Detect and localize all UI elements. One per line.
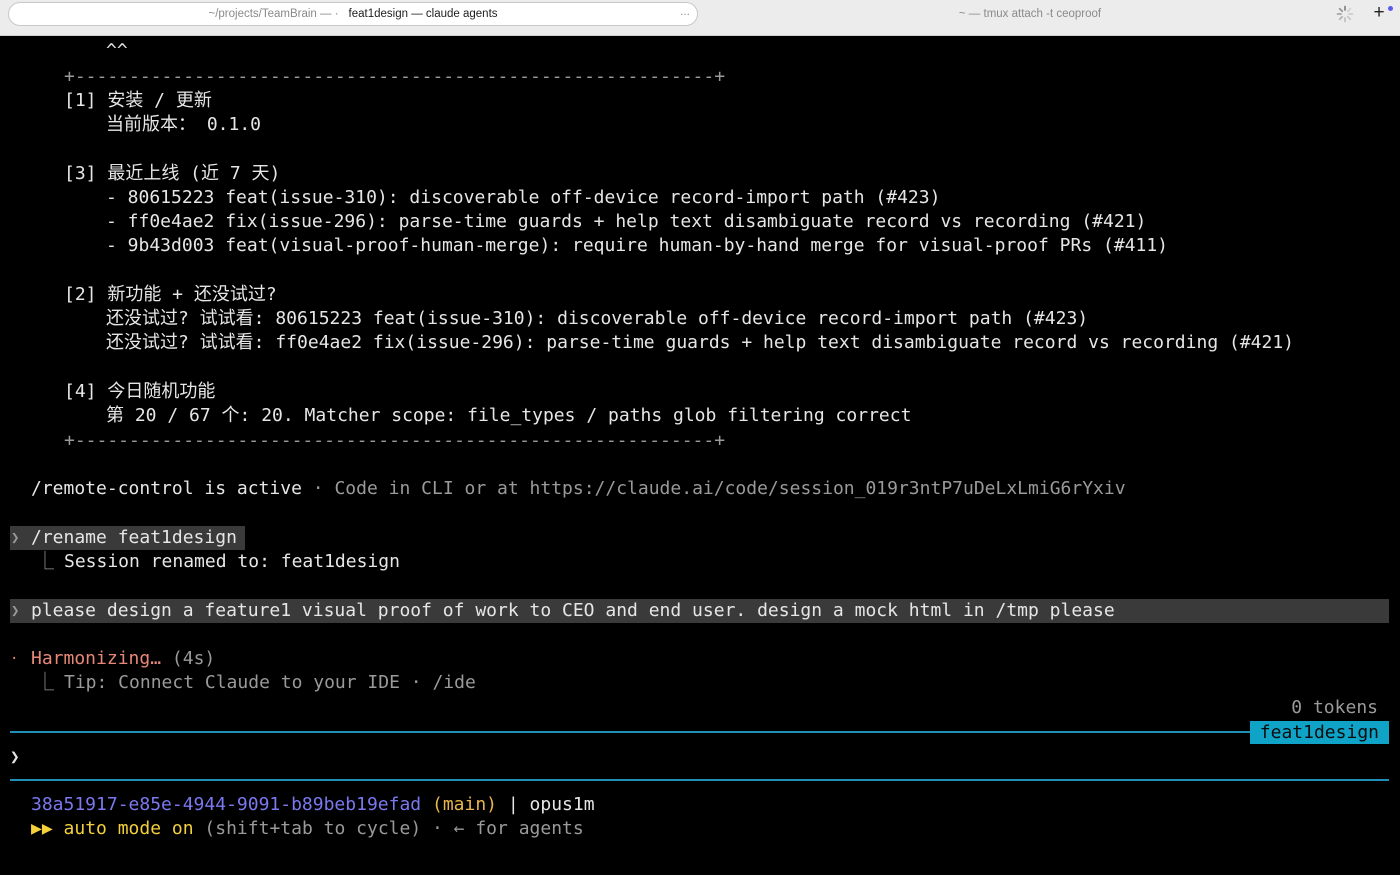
prompt-input[interactable] [31,745,1371,769]
notification-dot-icon [1388,6,1393,11]
section-install-header: [1] 安装 / 更新 [64,90,212,111]
remote-control-line: /remote-control is active · Code in CLI … [31,477,1126,501]
tab-inactive-title: ~ — tmux attach -t ceoproof [958,8,1102,20]
footer-sep: | [507,794,519,815]
rename-result: Session renamed to: feat1design [64,551,400,572]
tab-bar: ~/projects/TeamBrain — · feat1design — c… [0,0,1400,36]
git-branch: (main) [431,794,498,815]
random-feature-line: 第 20 / 67 个: 20. Matcher scope: file_typ… [106,405,912,426]
tab-active[interactable]: ~/projects/TeamBrain — · feat1design — c… [8,2,698,26]
tab-active-title: feat1design — claude agents [348,8,498,20]
user-message: please design a feature1 visual proof of… [31,600,1115,621]
recent-item: - 9b43d003 feat(visual-proof-human-merge… [106,235,1169,256]
footer-session-line: 38a51917-e85e-4944-9091-b89beb19efad (ma… [31,793,595,817]
status-label: Harmonizing… [31,648,162,669]
new-tab-button[interactable]: + [1368,3,1390,25]
auto-mode-hint: (shift+tab to cycle) · ← for agents [204,818,584,839]
auto-mode-label[interactable]: auto mode on [64,818,194,839]
section-random-header: [4] 今日随机功能 [64,381,216,402]
tab-inactive[interactable]: ~ — tmux attach -t ceoproof [705,2,1355,26]
remote-control-cmd: /remote-control is active [31,478,302,499]
status-time: (4s) [171,648,216,669]
input-prompt-icon: ❯ [10,747,20,766]
input-rule-bottom [10,779,1389,781]
recent-item: - ff0e4ae2 fix(issue-296): parse-time gu… [106,211,1147,232]
section-new-features-header: [2] 新功能 + 还没试过? [64,284,277,305]
box-border-top: +---------------------------------------… [64,66,726,87]
tip-line: Tip: Connect Claude to your IDE · /ide [64,672,476,693]
section-recent-header: [3] 最近上线 (近 7 天) [64,163,281,184]
box-border-bottom: +---------------------------------------… [64,430,726,451]
tree-branch-icon: ⎿ [36,672,54,693]
caret-line: ^^ [106,40,128,61]
status-bullet-icon: · [10,651,19,667]
model-name: opus1m [529,794,595,815]
token-count: 0 tokens [1291,697,1378,718]
section-install-version: 当前版本： 0.1.0 [106,114,262,135]
loading-spinner-icon [1336,5,1354,23]
new-feature-item: 还没试过? 试试看: 80615223 feat(issue-310): dis… [106,308,1089,329]
session-id: 38a51917-e85e-4944-9091-b89beb19efad [31,794,422,815]
rename-prompt-icon: ❯ [11,530,20,546]
footer-mode-line: ▶▶ auto mode on (shift+tab to cycle) · ←… [31,817,584,841]
input-rule-top [10,731,1389,733]
session-name-badge: feat1design [1249,721,1389,744]
rename-command: /rename feat1design [31,527,237,548]
status-line: Harmonizing… (4s) [31,647,215,671]
new-feature-item: 还没试过? 试试看: ff0e4ae2 fix(issue-296): pars… [106,332,1295,353]
tree-branch-icon: ⎿ [36,551,54,572]
auto-mode-icon: ▶▶ [31,818,53,839]
tab-overflow-icon[interactable]: ... [680,4,690,18]
remote-control-url[interactable]: Code in CLI or at https://claude.ai/code… [334,478,1125,499]
remote-control-sep: · [301,478,335,499]
recent-item: - 80615223 feat(issue-310): discoverable… [106,187,941,208]
tab-active-path: ~/projects/TeamBrain — · [208,8,339,20]
user-message-prompt-icon: ❯ [11,603,20,619]
terminal[interactable]: ^^ +------------------------------------… [0,36,1400,875]
